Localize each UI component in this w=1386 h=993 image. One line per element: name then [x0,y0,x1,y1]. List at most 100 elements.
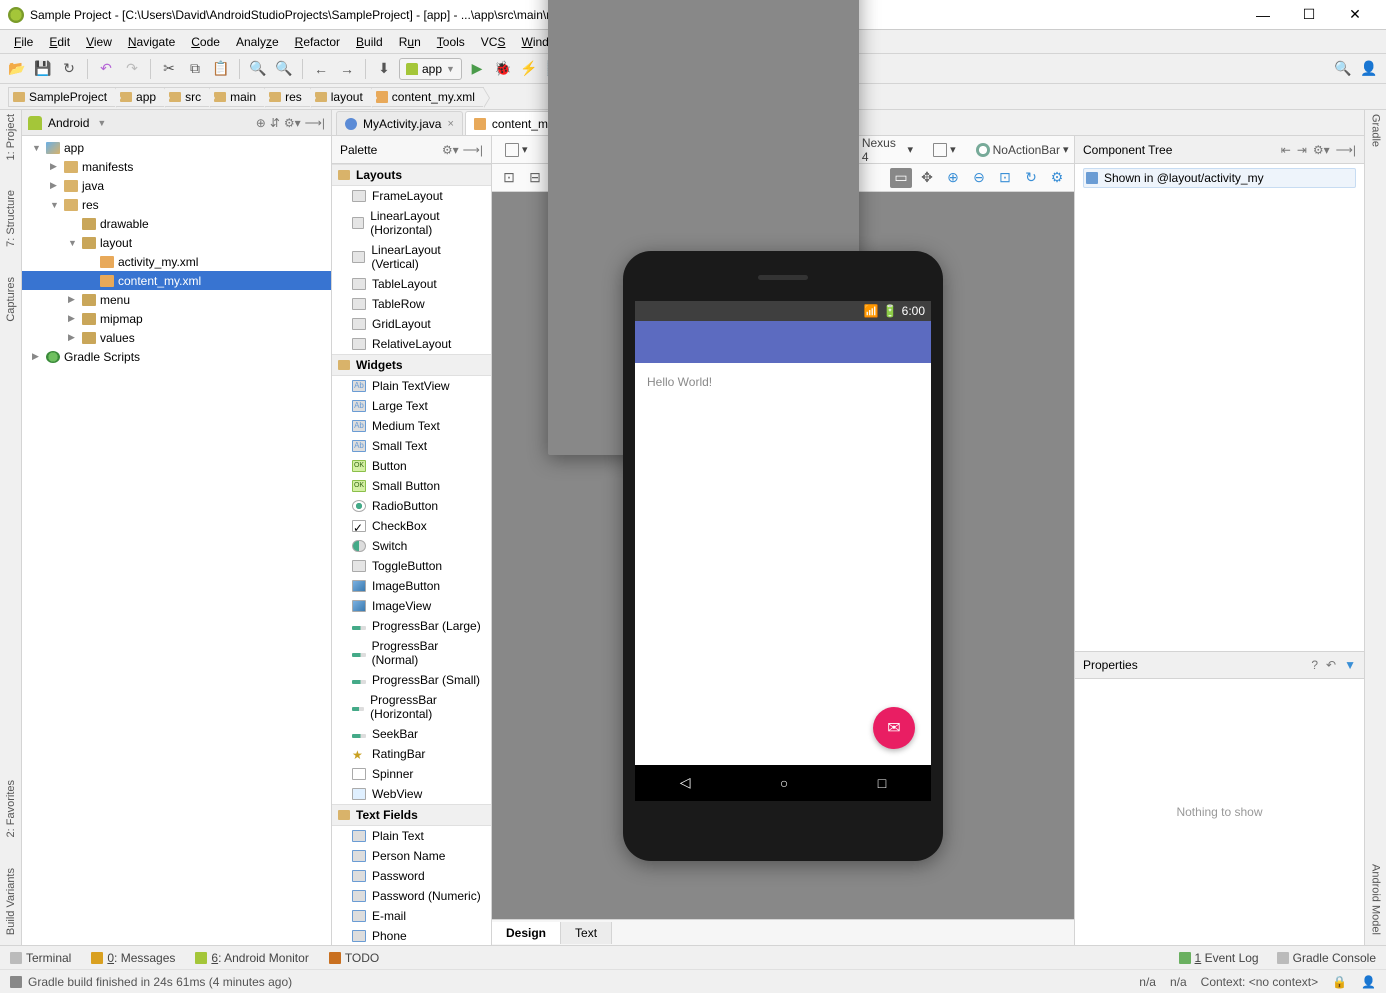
palette-group-text-fields[interactable]: Text Fields [332,804,491,826]
gutter-captures[interactable]: Captures [5,277,17,322]
palette-item-password-numeric-[interactable]: Password (Numeric) [332,886,491,906]
menu-tools[interactable]: Tools [429,33,473,51]
palette-item-e-mail[interactable]: E-mail [332,906,491,926]
prop-filter-icon[interactable]: ▼ [1344,658,1356,672]
palette-group-widgets[interactable]: Widgets [332,354,491,376]
palette-item-seekbar[interactable]: SeekBar [332,724,491,744]
palette-item-linearlayout-vertical-[interactable]: LinearLayout (Vertical) [332,240,491,274]
menu-code[interactable]: Code [183,33,228,51]
menu-file[interactable]: File [6,33,41,51]
sync-icon[interactable]: ↻ [58,58,80,80]
palette-item-phone[interactable]: Phone [332,926,491,945]
bottom-terminal[interactable]: Terminal [10,951,71,965]
menu-vcs[interactable]: VCS [473,33,514,51]
constraint-icon[interactable]: ⊟ [524,168,546,188]
search-icon[interactable]: 🔍 [1332,58,1354,80]
run-config-dropdown[interactable]: app ▼ [399,58,462,80]
tree-row-res[interactable]: ▼res [22,195,331,214]
editor-tab-myactivity-java[interactable]: MyActivity.java× [336,111,463,135]
tree-arrow-icon[interactable]: ▶ [32,351,42,362]
palette-item-button[interactable]: OKButton [332,456,491,476]
bottom-android-monitor[interactable]: 6: Android Monitor [195,951,308,965]
fab-button[interactable]: ✉ [873,707,915,749]
component-tree-item[interactable]: Shown in @layout/activity_my [1083,168,1356,188]
theme-dropdown[interactable]: NoActionBar▾ [969,140,1076,160]
palette-item-small-text[interactable]: AbSmall Text [332,436,491,456]
palette-item-tablelayout[interactable]: TableLayout [332,274,491,294]
collapse-all-icon[interactable]: ⇵ [270,116,280,130]
tree-row-drawable[interactable]: drawable [22,214,331,233]
prop-reset-icon[interactable]: ↶ [1326,658,1336,672]
project-view-label[interactable]: Android [48,116,89,130]
redo-icon[interactable]: ↷ [121,58,143,80]
palette-group-layouts[interactable]: Layouts [332,164,491,186]
palette-item-progressbar-horizontal-[interactable]: ProgressBar (Horizontal) [332,690,491,724]
palette-item-radiobutton[interactable]: RadioButton [332,496,491,516]
bottom-messages[interactable]: 0: Messages [91,951,175,965]
tree-row-gradle-scripts[interactable]: ▶Gradle Scripts [22,347,331,366]
menu-build[interactable]: Build [348,33,391,51]
tree-row-content-my-xml[interactable]: content_my.xml [22,271,331,290]
palette-item-progressbar-small-[interactable]: ProgressBar (Small) [332,670,491,690]
paste-icon[interactable]: 📋 [210,58,232,80]
palette-item-gridlayout[interactable]: GridLayout [332,314,491,334]
palette-item-imagebutton[interactable]: ImageButton [332,576,491,596]
gutter-project[interactable]: 1: Project [5,114,17,160]
crumb-res[interactable]: res [264,87,311,107]
tree-row-mipmap[interactable]: ▶mipmap [22,309,331,328]
palette-item-large-text[interactable]: AbLarge Text [332,396,491,416]
view-dropdown-icon[interactable]: ▼ [97,118,106,128]
zoom-in-icon[interactable]: ⊕ [942,168,964,188]
tree-row-java[interactable]: ▶java [22,176,331,195]
run-icon[interactable]: ▶ [466,58,488,80]
refresh-icon[interactable]: ↻ [1020,168,1042,188]
palette-item-switch[interactable]: Switch [332,536,491,556]
gutter-structure[interactable]: 7: Structure [5,190,17,247]
undo-icon[interactable]: ↶ [95,58,117,80]
settings-icon[interactable]: ⚙▾ [284,116,301,130]
menu-view[interactable]: View [78,33,120,51]
palette-item-plain-text[interactable]: Plain Text [332,826,491,846]
hide-icon[interactable]: ⟶| [305,116,325,130]
crumb-src[interactable]: src [164,87,210,107]
apply-changes-icon[interactable]: ⚡ [518,58,540,80]
palette-item-plain-textview[interactable]: AbPlain TextView [332,376,491,396]
gutter-build-variants[interactable]: Build Variants [5,868,17,935]
cut-icon[interactable]: ✂ [158,58,180,80]
back-icon[interactable]: ← [310,58,332,80]
menu-refactor[interactable]: Refactor [287,33,348,51]
palette-item-togglebutton[interactable]: ToggleButton [332,556,491,576]
palette-item-progressbar-normal-[interactable]: ProgressBar (Normal) [332,636,491,670]
palette-item-linearlayout-horizontal-[interactable]: LinearLayout (Horizontal) [332,206,491,240]
tree-arrow-icon[interactable]: ▶ [68,294,78,305]
tree-arrow-icon[interactable]: ▼ [50,200,60,210]
palette-item-medium-text[interactable]: AbMedium Text [332,416,491,436]
palette-item-tablerow[interactable]: TableRow [332,294,491,314]
menu-run[interactable]: Run [391,33,429,51]
phone-screen[interactable]: 📶 🔋 6:00 Hello World! ✉ ◁ ○ [635,301,931,801]
palette-item-imageview[interactable]: ImageView [332,596,491,616]
config-icon[interactable]: ⚙ [1046,168,1068,188]
menu-analyze[interactable]: Analyze [228,33,287,51]
minimize-button[interactable]: — [1240,0,1286,30]
close-button[interactable]: ✕ [1332,0,1378,30]
tree-row-menu[interactable]: ▶menu [22,290,331,309]
palette-item-progressbar-large-[interactable]: ProgressBar (Large) [332,616,491,636]
crumb-project[interactable]: SampleProject [8,87,116,107]
palette-item-framelayout[interactable]: FrameLayout [332,186,491,206]
crumb-file[interactable]: content_my.xml [371,87,484,107]
user-icon[interactable]: 👤 [1358,58,1380,80]
palette-item-ratingbar[interactable]: ★RatingBar [332,744,491,764]
gutter-android-model[interactable]: Android Model [1370,864,1382,935]
app-content[interactable]: Hello World! ✉ [635,363,931,765]
tree-row-values[interactable]: ▶values [22,328,331,347]
bottom-event-log[interactable]: 1 Event Log [1179,951,1259,965]
palette-item-spinner[interactable]: Spinner [332,764,491,784]
scroll-from-source-icon[interactable]: ⊕ [256,116,266,130]
tree-arrow-icon[interactable]: ▶ [50,161,60,172]
copy-icon[interactable]: ⧉ [184,58,206,80]
zoom-out-icon[interactable]: ⊖ [968,168,990,188]
select-mode-icon[interactable]: ▭ [890,168,912,188]
menu-edit[interactable]: Edit [41,33,78,51]
palette-item-password[interactable]: Password [332,866,491,886]
